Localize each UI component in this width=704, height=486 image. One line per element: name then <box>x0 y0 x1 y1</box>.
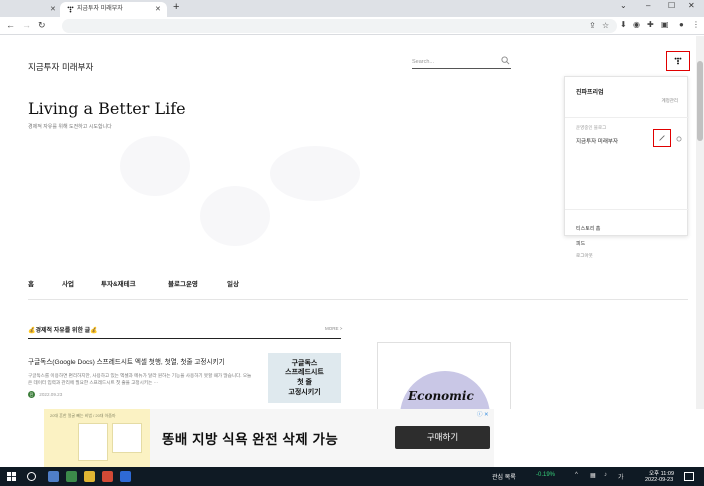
close-window-button[interactable]: ✕ <box>688 1 695 10</box>
ad-image: 20대 흔한 얼굴 빼는 비법 / 20대 아줌마 <box>44 409 150 467</box>
blog-link[interactable]: 지금투자 미래부자 <box>576 137 618 145</box>
write-post-button[interactable] <box>653 129 671 147</box>
tab-close-icon[interactable]: ✕ <box>50 2 56 17</box>
forward-icon[interactable]: → <box>22 20 31 30</box>
blog-name[interactable]: 지금투자 미래부자 <box>28 61 93 73</box>
hero-decoration <box>120 136 190 196</box>
search-input[interactable] <box>412 55 497 68</box>
browser-toolbar: ← → ↻ ⇪ ☆ ⬇ ◉ ✚ ▣ ● ⋮ <box>0 17 704 35</box>
post-meta: 진 2022.09.23 <box>28 391 62 398</box>
back-icon[interactable]: ← <box>6 20 15 30</box>
new-tab-button[interactable]: + <box>173 1 179 13</box>
hero-decoration <box>200 186 270 246</box>
divider <box>28 299 688 300</box>
sidebar-icon[interactable]: ▣ <box>661 20 669 29</box>
ad-product-image <box>112 423 142 453</box>
tistory-favicon-icon <box>67 6 74 13</box>
thumbnail-text: 스프레드시트 <box>285 369 324 376</box>
stock-widget-label[interactable]: 관심 목록 <box>492 472 516 481</box>
tistory-home-link[interactable]: 티스토리 홈 <box>576 225 600 232</box>
ime-icon[interactable]: 가 <box>618 472 624 481</box>
volume-icon[interactable]: ♪ <box>604 472 607 478</box>
nav-item-blog-management[interactable]: 블로그운영 <box>168 278 198 288</box>
section-title: 💰경제적 자유를 위한 글💰 <box>28 328 98 334</box>
stock-widget-value: -0.19% <box>536 472 556 478</box>
tab-label: 지금투자 미래부자 <box>77 6 123 12</box>
profile-avatar-icon[interactable]: ● <box>679 20 684 29</box>
ad-headline: 똥배 지방 식욕 완전 삭제 가능 <box>162 432 339 447</box>
clock-date[interactable]: 2022-09-23 <box>645 477 673 483</box>
app-icon[interactable] <box>66 471 77 482</box>
notification-icon[interactable] <box>684 472 694 481</box>
chrome-icon[interactable] <box>102 471 113 482</box>
address-bar[interactable]: ⇪ ☆ <box>62 19 617 33</box>
nav-item-investment[interactable]: 투자&재테크 <box>101 278 136 288</box>
ad-caption: 20대 흔한 얼굴 빼는 비법 / 20대 아줌마 <box>50 413 116 418</box>
page-scrollbar[interactable] <box>696 36 704 409</box>
download-icon[interactable]: ⬇ <box>620 20 627 29</box>
tab-search-icon[interactable]: ⌄ <box>620 1 627 10</box>
post-title[interactable]: 구글독스(Google Docs) 스프레드시트 엑셀 첫행, 첫열, 첫줄 고… <box>28 356 268 366</box>
ad-info-icon[interactable]: ⓘ ✕ <box>477 410 489 418</box>
task-view-icon[interactable] <box>48 471 59 482</box>
nav-item-home[interactable]: 홈 <box>28 278 34 288</box>
tab-active[interactable]: 지금투자 미래부자 ✕ <box>60 2 167 17</box>
economic-logo-text: Economic <box>408 389 474 403</box>
divider <box>565 209 689 210</box>
profile-button[interactable] <box>666 51 690 71</box>
tray-up-icon[interactable]: ^ <box>575 472 578 478</box>
tab-inactive[interactable]: ✕ <box>0 2 60 17</box>
bookmark-star-icon[interactable]: ☆ <box>602 21 609 30</box>
network-icon[interactable]: ▦ <box>590 472 596 479</box>
hero-title: Living a Better Life <box>28 99 186 118</box>
menu-icon[interactable]: ⋮ <box>692 20 700 29</box>
pencil-icon <box>659 135 665 141</box>
user-name: 진파프리엄 <box>576 90 604 96</box>
search-box <box>412 55 511 69</box>
maximize-button[interactable]: ☐ <box>668 1 675 10</box>
file-explorer-icon[interactable] <box>84 471 95 482</box>
tistory-logo-icon <box>674 57 682 65</box>
divider <box>565 117 689 118</box>
account-settings-link[interactable]: 계정관리 <box>661 98 678 104</box>
search-icon[interactable] <box>501 56 510 65</box>
post-date: 2022.09.23 <box>39 392 63 397</box>
blogs-caption: 운영중인 블로그 <box>576 125 607 130</box>
tab-close-icon[interactable]: ✕ <box>155 2 161 17</box>
logout-link[interactable]: 로그아웃 <box>576 253 593 259</box>
search-circle-icon[interactable] <box>27 472 36 481</box>
hero-subtitle: 경제적 자유를 위해 도전하고 시도합니다 <box>28 124 112 130</box>
blog-page: 지금투자 미래부자 Living a Better Life 경제적 자유를 위… <box>0 36 696 409</box>
profile-dropdown: 진파프리엄 계정관리 운영중인 블로그 지금투자 미래부자 티스토리 홈 피드 … <box>564 76 689 258</box>
gear-icon[interactable] <box>676 136 682 142</box>
nav-item-business[interactable]: 사업 <box>62 278 74 288</box>
post-excerpt: 구글독스를 이용하면 편리하지만, 사용하고 있는 엑셀과 메뉴가 달라 원하는… <box>28 373 252 385</box>
minimize-button[interactable]: – <box>646 1 650 10</box>
ad-banner[interactable]: 20대 흔한 얼굴 빼는 비법 / 20대 아줌마 똥배 지방 식욕 완전 삭제… <box>44 409 494 467</box>
feed-link[interactable]: 피드 <box>576 240 585 247</box>
nav-item-daily[interactable]: 일상 <box>227 278 239 288</box>
ad-product-image <box>78 423 108 461</box>
more-link[interactable]: MORE > <box>325 326 342 331</box>
author-avatar: 진 <box>28 391 35 398</box>
windows-taskbar: 관심 목록 -0.19% ^ ▦ ♪ 가 오후 11:09 2022-09-23 <box>0 467 704 486</box>
reload-icon[interactable]: ↻ <box>38 20 46 31</box>
windows-start-icon[interactable] <box>7 472 16 481</box>
thumbnail-text: 고정시키기 <box>288 389 321 396</box>
post-thumbnail[interactable]: 구글독스 스프레드시트 첫 줄 고정시키기 <box>268 353 341 403</box>
scrollbar-thumb[interactable] <box>697 61 703 141</box>
divider <box>28 338 341 339</box>
clock-time[interactable]: 오후 11:09 <box>649 469 674 477</box>
share-icon[interactable]: ⇪ <box>589 21 596 30</box>
ad-buy-button[interactable]: 구매하기 <box>395 426 490 449</box>
browser-tab-strip: ✕ 지금투자 미래부자 ✕ + ⌄ – ☐ ✕ <box>0 0 704 17</box>
thumbnail-text: 첫 줄 <box>297 379 312 386</box>
hero-decoration <box>270 146 360 201</box>
side-card[interactable]: Economic <box>377 342 511 409</box>
puzzle-icon[interactable]: ✚ <box>647 20 654 29</box>
app-icon[interactable] <box>120 471 131 482</box>
extension-icon[interactable]: ◉ <box>633 20 640 29</box>
